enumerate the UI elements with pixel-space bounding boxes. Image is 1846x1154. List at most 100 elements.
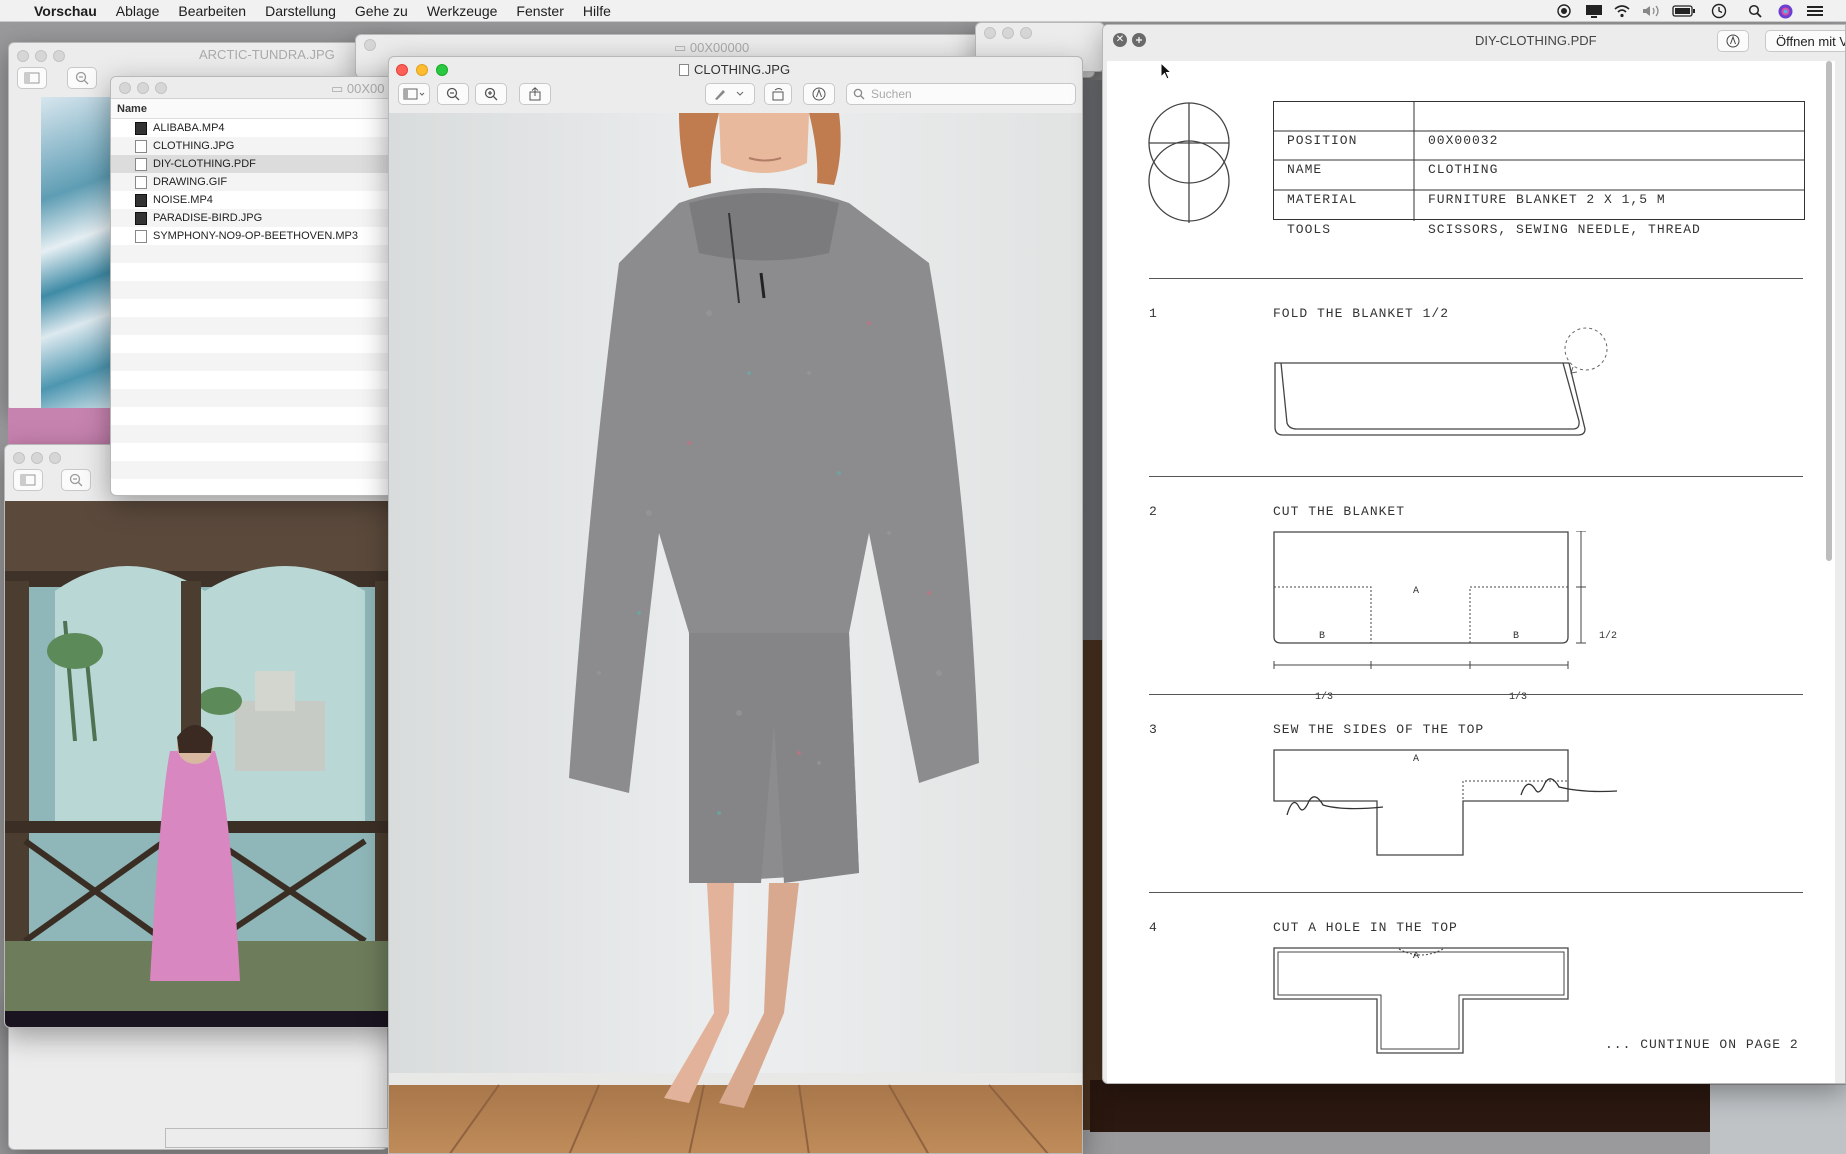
close-button[interactable] [984,27,996,39]
share-button[interactable] [519,83,551,105]
file-row-clothing-jpg[interactable]: CLOTHING.JPG [111,137,409,155]
zoom-out-button[interactable] [67,67,97,89]
scrollbar[interactable] [1826,61,1840,561]
pdf-window[interactable]: ✕ DIY-CLOTHING.PDF Öffnen mit V POSITION… [1102,24,1846,1084]
markup-pen-button[interactable] [705,83,755,105]
sidebar-toggle-button[interactable] [13,469,43,491]
markup-toolbar-button[interactable] [803,83,835,105]
half-dimension-line [1576,531,1586,644]
minimize-button[interactable] [31,452,43,464]
zoom-button[interactable] [1020,27,1032,39]
close-button[interactable] [17,50,29,62]
sew-diagram [1273,749,1618,856]
background-window-strip [165,1128,395,1148]
label-a: A [1413,754,1420,765]
wifi-icon[interactable] [1612,3,1632,19]
table-key-material: MATERIAL [1287,192,1358,207]
menu-ablage[interactable]: Ablage [116,3,160,19]
empty-row [111,407,409,425]
zoom-button[interactable] [1132,33,1146,47]
file-name: PARADISE-BIRD.JPG [153,212,263,224]
table-value-name: CLOTHING [1428,162,1499,177]
file-row-alibaba[interactable]: ALIBABA.MP4 [111,119,409,137]
table-key-name: NAME [1287,162,1323,177]
folder-title: ▭ 00X00000 [674,40,750,55]
close-button[interactable]: ✕ [1113,33,1127,47]
zoom-out-button[interactable] [61,469,91,491]
file-name: DRAWING.GIF [153,176,228,188]
label-b-left: B [1319,631,1326,642]
zoom-out-button[interactable] [437,83,469,105]
step-number: 1 [1149,306,1158,321]
table-key-position: POSITION [1287,133,1358,148]
markup-toolbar-button[interactable] [1717,30,1749,52]
menu-icon[interactable] [1806,3,1824,19]
menu-werkzeuge[interactable]: Werkzeuge [427,3,498,19]
search-field[interactable]: Suchen [846,83,1076,105]
file-name: SYMPHONY-NO9-OP-BEETHOVEN.MP3 [153,230,358,242]
empty-row [111,353,409,371]
background-image-strip [1710,1085,1846,1154]
menu-fenster[interactable]: Fenster [516,3,563,19]
zoom-button[interactable] [155,82,167,94]
minimize-button[interactable] [137,82,149,94]
empty-row [111,299,409,317]
volume-icon[interactable] [1640,3,1662,19]
background-image-strip [1090,1080,1710,1132]
file-row-diy-clothing-pdf[interactable]: DIY-CLOTHING.PDF [111,155,409,173]
menu-gehe-zu[interactable]: Gehe zu [355,3,408,19]
search-icon [853,88,865,100]
table-value-position: 00X00032 [1428,133,1499,148]
zoom-button[interactable] [436,64,448,76]
close-button[interactable] [13,452,25,464]
step-number: 3 [1149,722,1158,737]
sidebar-toggle-button[interactable] [398,83,430,105]
label-half: 1/2 [1599,631,1618,642]
file-row-symphony-mp3[interactable]: SYMPHONY-NO9-OP-BEETHOVEN.MP3 [111,227,409,245]
minimize-button[interactable] [35,50,47,62]
file-row-paradise-bird[interactable]: PARADISE-BIRD.JPG [111,209,409,227]
spotlight-icon[interactable] [1747,3,1763,19]
file-row-drawing-gif[interactable]: DRAWING.GIF [111,173,409,191]
empty-row [111,335,409,353]
finder-window[interactable]: ▭ 00X00 Name ALIBABA.MP4 CLOTHING.JPG DI… [110,76,410,496]
name-column-header[interactable]: Name [111,99,409,119]
image-file-icon [135,211,147,225]
siri-icon[interactable] [1777,3,1793,19]
clothing-window[interactable]: CLOTHING.JPG Suchen [388,56,1083,1154]
empty-row [111,371,409,389]
battery-icon[interactable] [1672,3,1696,19]
menu-bearbeiten[interactable]: Bearbeiten [178,3,246,19]
pdf-page: POSITION 00X00032 NAME CLOTHING MATERIAL… [1107,61,1835,1083]
close-button[interactable] [364,39,376,51]
step-number: 4 [1149,920,1158,935]
label-a: A [1413,951,1420,962]
clothing-photo [389,113,1082,1153]
close-button[interactable] [119,82,131,94]
video-file-icon [135,121,147,135]
rotate-button[interactable] [764,83,792,105]
sidebar-toggle-button[interactable] [17,67,47,89]
minimize-button[interactable] [416,64,428,76]
zoom-button[interactable] [49,452,61,464]
clock-icon[interactable] [1710,3,1728,19]
file-row-noise-mp4[interactable]: NOISE.MP4 [111,191,409,209]
display-icon[interactable] [1584,3,1604,19]
paradise-bird-window[interactable] [4,444,404,1028]
open-with-button[interactable]: Öffnen mit V [1765,30,1845,52]
cut-diagram [1273,531,1569,669]
menu-bar: Vorschau Ablage Bearbeiten Darstellung G… [0,0,1846,22]
empty-row [111,425,409,443]
close-button[interactable] [396,64,408,76]
empty-row [111,281,409,299]
hole-diagram [1273,947,1569,1054]
zoom-button[interactable] [53,50,65,62]
zoom-in-button[interactable] [475,83,507,105]
fold-diagram [1274,327,1608,436]
finder-title: ▭ 00X00 [331,81,385,96]
menu-app-name[interactable]: Vorschau [34,3,97,19]
menu-darstellung[interactable]: Darstellung [265,3,336,19]
menu-hilfe[interactable]: Hilfe [583,3,611,19]
record-icon[interactable] [1556,3,1572,19]
minimize-button[interactable] [1002,27,1014,39]
